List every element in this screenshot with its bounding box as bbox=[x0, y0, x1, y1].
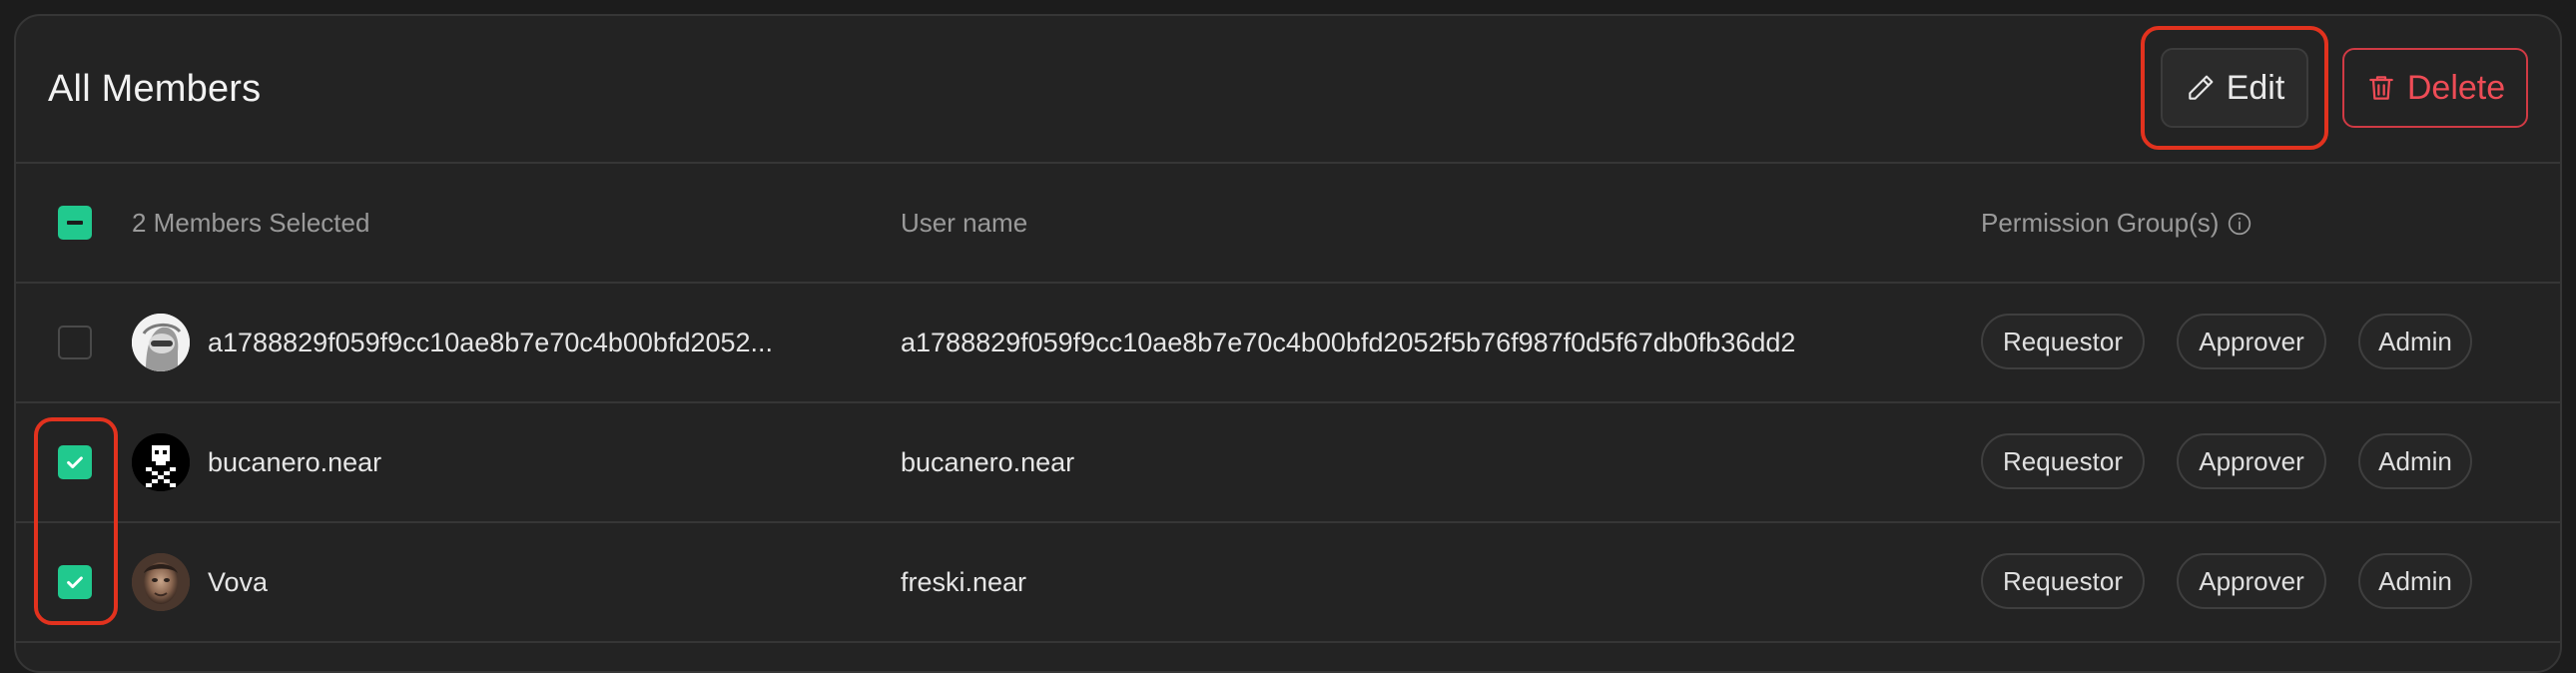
trash-icon bbox=[2365, 72, 2397, 104]
edit-button-label: Edit bbox=[2226, 68, 2285, 107]
ghost-avatar bbox=[132, 314, 190, 371]
info-icon[interactable] bbox=[2227, 211, 2253, 237]
permission-pill-approver[interactable]: Approver bbox=[2177, 553, 2326, 609]
row-checkbox[interactable] bbox=[58, 565, 92, 599]
table-row[interactable]: Vova freski.near Requestor Approver Admi… bbox=[16, 523, 2560, 643]
checkmark-icon bbox=[67, 576, 83, 589]
member-name: Vova bbox=[208, 567, 269, 597]
skull-avatar bbox=[132, 433, 190, 491]
permission-pill-approver[interactable]: Approver bbox=[2177, 314, 2326, 369]
delete-button[interactable]: Delete bbox=[2342, 48, 2528, 128]
row-checkbox[interactable] bbox=[58, 445, 92, 479]
username-column-header: User name bbox=[901, 208, 1028, 238]
permission-pill-approver[interactable]: Approver bbox=[2177, 433, 2326, 489]
permission-pill-admin[interactable]: Admin bbox=[2358, 314, 2472, 369]
permission-pill-admin[interactable]: Admin bbox=[2358, 553, 2472, 609]
member-username: freski.near bbox=[901, 567, 1027, 597]
permission-pill-admin[interactable]: Admin bbox=[2358, 433, 2472, 489]
permissions-column-header: Permission Group(s) bbox=[1981, 208, 2253, 239]
members-panel: All Members Edit Delete 2 Members Select… bbox=[14, 14, 2562, 673]
row-checkbox[interactable] bbox=[58, 326, 92, 359]
checkmark-icon bbox=[67, 456, 83, 469]
member-username: bucanero.near bbox=[901, 447, 1075, 477]
panel-header: All Members Edit Delete bbox=[16, 16, 2560, 164]
permissions-header-label: Permission Group(s) bbox=[1981, 208, 2220, 238]
permission-pill-requestor[interactable]: Requestor bbox=[1981, 314, 2145, 369]
table-header-row: 2 Members Selected User name Permission … bbox=[16, 164, 2560, 284]
page-title: All Members bbox=[48, 68, 262, 110]
minus-icon bbox=[67, 221, 83, 225]
table-row[interactable]: bucanero.near bucanero.near Requestor Ap… bbox=[16, 403, 2560, 523]
pencil-icon bbox=[2185, 72, 2217, 104]
select-all-checkbox[interactable] bbox=[58, 206, 92, 240]
edit-button[interactable]: Edit bbox=[2161, 48, 2308, 128]
permission-pill-requestor[interactable]: Requestor bbox=[1981, 433, 2145, 489]
member-name: a1788829f059f9cc10ae8b7e70c4b00bfd2052..… bbox=[208, 328, 774, 357]
table-row[interactable]: a1788829f059f9cc10ae8b7e70c4b00bfd2052..… bbox=[16, 284, 2560, 403]
photo-avatar bbox=[132, 553, 190, 611]
delete-button-label: Delete bbox=[2406, 68, 2506, 107]
selection-count-label: 2 Members Selected bbox=[132, 208, 370, 238]
member-name: bucanero.near bbox=[208, 447, 382, 477]
permission-pill-requestor[interactable]: Requestor bbox=[1981, 553, 2145, 609]
member-username: a1788829f059f9cc10ae8b7e70c4b00bfd2052f5… bbox=[901, 328, 1796, 357]
